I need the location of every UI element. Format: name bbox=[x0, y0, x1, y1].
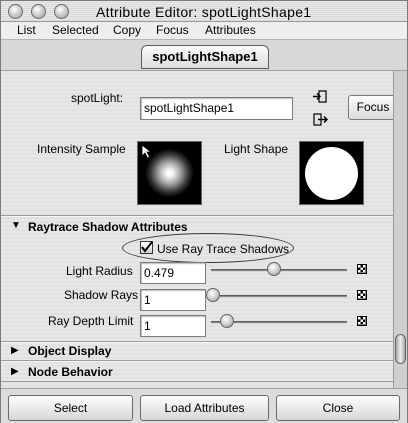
focus-button[interactable]: Focus bbox=[348, 95, 398, 120]
minimize-icon[interactable] bbox=[31, 4, 46, 19]
output-connection-icon[interactable] bbox=[312, 112, 328, 128]
menu-attributes[interactable]: Attributes bbox=[205, 23, 256, 37]
map-texture-icon[interactable] bbox=[357, 264, 367, 274]
light-shape-swatch[interactable] bbox=[299, 141, 364, 205]
vertical-scrollbar[interactable] bbox=[393, 71, 407, 388]
node-behavior-title: Node Behavior bbox=[28, 365, 113, 379]
shadow-rays-slider-thumb[interactable] bbox=[206, 288, 220, 302]
load-attributes-button[interactable]: Load Attributes bbox=[140, 395, 269, 421]
menu-focus[interactable]: Focus bbox=[156, 23, 189, 37]
object-display-section-header[interactable]: ▶ Object Display bbox=[1, 341, 393, 361]
menu-list[interactable]: List bbox=[17, 23, 36, 37]
attribute-editor-window: Attribute Editor: spotLightShape1 List S… bbox=[0, 0, 408, 423]
select-button[interactable]: Select bbox=[8, 395, 133, 421]
light-radius-field[interactable]: 0.479 bbox=[140, 262, 206, 284]
attribute-content: spotLight: spotLightShape1 Focus Intensi… bbox=[1, 70, 407, 388]
node-behavior-section-header[interactable]: ▶ Node Behavior bbox=[1, 362, 393, 382]
tab-strip: spotLightShape1 bbox=[1, 40, 407, 70]
ray-depth-limit-label: Ray Depth Limit bbox=[48, 314, 134, 328]
triangle-expand-icon[interactable]: ▶ bbox=[11, 345, 19, 356]
window-title: Attribute Editor: spotLightShape1 bbox=[96, 4, 312, 20]
ray-depth-limit-field[interactable]: 1 bbox=[140, 315, 206, 337]
object-display-title: Object Display bbox=[28, 344, 112, 358]
use-raytrace-label[interactable]: Use Ray Trace Shadows bbox=[157, 242, 289, 256]
intensity-sample-swatch[interactable] bbox=[137, 141, 202, 205]
title-bar[interactable]: Attribute Editor: spotLightShape1 bbox=[1, 1, 407, 22]
map-texture-icon[interactable] bbox=[357, 290, 367, 300]
close-icon[interactable] bbox=[8, 4, 23, 19]
menu-bar: List Selected Copy Focus Attributes bbox=[1, 22, 407, 40]
light-shape-circle bbox=[305, 147, 358, 200]
checkmark-icon bbox=[141, 241, 153, 253]
input-connection-icon[interactable] bbox=[312, 89, 328, 105]
scrollbar-thumb[interactable] bbox=[395, 334, 406, 364]
node-name-field[interactable]: spotLightShape1 bbox=[140, 97, 293, 120]
map-texture-icon[interactable] bbox=[357, 316, 367, 326]
raytrace-section-title: Raytrace Shadow Attributes bbox=[28, 220, 188, 234]
node-label: spotLight: bbox=[71, 91, 124, 105]
shadow-rays-field[interactable]: 1 bbox=[140, 289, 206, 311]
close-button[interactable]: Close bbox=[276, 395, 400, 421]
shadow-rays-label: Shadow Rays bbox=[64, 288, 139, 302]
tab-spotlightshape1[interactable]: spotLightShape1 bbox=[141, 45, 269, 69]
use-raytrace-checkbox[interactable] bbox=[140, 241, 153, 254]
intensity-sample-label: Intensity Sample bbox=[37, 142, 126, 156]
zoom-icon[interactable] bbox=[54, 4, 69, 19]
arrow-cursor-icon bbox=[141, 144, 153, 159]
light-radius-slider-thumb[interactable] bbox=[267, 262, 281, 276]
shadow-rays-slider[interactable] bbox=[211, 295, 347, 298]
triangle-expand-icon[interactable]: ▶ bbox=[11, 366, 19, 377]
light-radius-label: Light Radius bbox=[66, 264, 133, 278]
triangle-collapse-icon[interactable]: ▼ bbox=[11, 220, 21, 231]
light-shape-label: Light Shape bbox=[224, 142, 289, 156]
menu-selected[interactable]: Selected bbox=[52, 23, 99, 37]
bottom-button-bar: Select Load Attributes Close bbox=[1, 388, 407, 423]
menu-copy[interactable]: Copy bbox=[113, 23, 141, 37]
ray-depth-limit-slider-thumb[interactable] bbox=[220, 314, 234, 328]
